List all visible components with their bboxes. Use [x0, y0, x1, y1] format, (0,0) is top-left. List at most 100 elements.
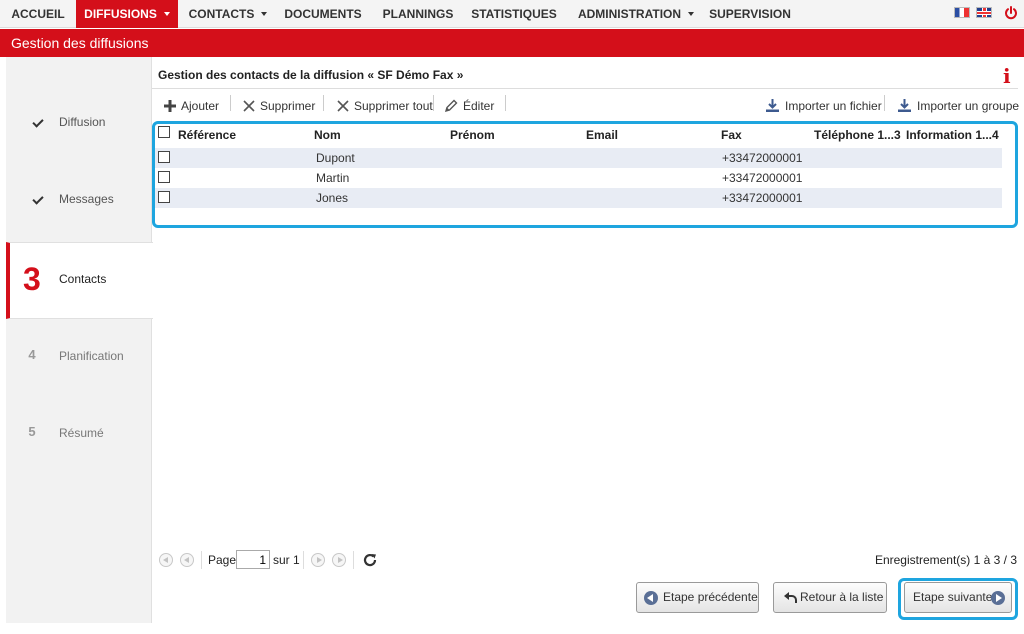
- step-label: Résumé: [59, 426, 104, 440]
- nav-supervision[interactable]: SUPERVISION: [704, 0, 796, 28]
- next-step-label: Etape suivante: [913, 590, 993, 604]
- nav-statistiques-label: STATISTIQUES: [471, 7, 557, 21]
- step-label: Diffusion: [59, 115, 106, 129]
- nav-diffusions[interactable]: DIFFUSIONS: [76, 0, 178, 28]
- edit-button-label: Éditer: [463, 99, 495, 113]
- step-number: 5: [28, 424, 36, 439]
- col-telephone[interactable]: Téléphone 1...3: [814, 128, 901, 142]
- step-diffusion[interactable]: Diffusion: [6, 86, 152, 163]
- nav-plannings-label: PLANNINGS: [382, 7, 454, 21]
- wizard-steps: Diffusion Messages 3 Contacts 4 Planific…: [6, 57, 153, 623]
- col-information[interactable]: Information 1...4: [906, 128, 999, 142]
- step-planification[interactable]: 4 Planification: [6, 320, 152, 397]
- undo-arrow-icon: [784, 592, 797, 603]
- cell-nom: Martin: [316, 171, 350, 185]
- table-row[interactable]: Martin +33472000001: [155, 168, 1002, 188]
- nav-accueil-label: ACCUEIL: [11, 7, 65, 21]
- records-count: Enregistrement(s) 1 à 3 / 3: [874, 553, 1017, 567]
- previous-step-button[interactable]: Etape précédente: [636, 582, 759, 613]
- prev-page-button[interactable]: [180, 553, 194, 567]
- add-button-label: Ajouter: [181, 99, 220, 113]
- plus-icon: [164, 99, 176, 112]
- back-to-list-button[interactable]: Retour à la liste: [773, 582, 887, 613]
- delete-button-label: Supprimer: [260, 99, 316, 113]
- download-icon: [898, 99, 911, 113]
- close-icon: [337, 100, 349, 112]
- panel-title: Gestion des contacts de la diffusion « S…: [158, 68, 464, 82]
- back-to-list-label: Retour à la liste: [800, 590, 884, 604]
- page-number-input[interactable]: [236, 550, 270, 569]
- table-row[interactable]: Dupont +33472000001: [155, 148, 1002, 168]
- fr-flag-icon[interactable]: [954, 7, 970, 18]
- cell-nom: Dupont: [316, 151, 355, 165]
- select-all-checkbox[interactable]: [158, 126, 170, 138]
- row-checkbox[interactable]: [158, 171, 170, 183]
- nav-statistiques[interactable]: STATISTIQUES: [466, 0, 562, 28]
- step-messages[interactable]: Messages: [6, 163, 152, 240]
- section-header: Gestion des diffusions: [0, 29, 1024, 57]
- step-number: 4: [28, 347, 36, 362]
- import-group-button[interactable]: Importer un groupe: [897, 98, 1019, 114]
- col-prenom[interactable]: Prénom: [450, 128, 495, 142]
- chevron-down-icon: [261, 11, 268, 16]
- top-nav: ACCUEIL DIFFUSIONS CONTACTS DOCUMENTS PL…: [0, 0, 1024, 28]
- nav-administration[interactable]: ADMINISTRATION: [572, 0, 700, 28]
- arrow-left-circle-icon: [644, 591, 658, 605]
- step-number: 3: [23, 261, 41, 297]
- first-page-button[interactable]: [159, 553, 173, 567]
- add-button[interactable]: Ajouter: [164, 98, 219, 114]
- cell-fax: +33472000001: [722, 191, 803, 205]
- pager-separator: [303, 551, 304, 569]
- page-label: Page: [208, 553, 237, 567]
- pencil-icon: [444, 99, 458, 112]
- toolbar-separator: [505, 95, 506, 111]
- refresh-icon[interactable]: [362, 552, 378, 568]
- cell-fax: +33472000001: [722, 171, 803, 185]
- col-fax[interactable]: Fax: [721, 128, 742, 142]
- power-icon[interactable]: [1004, 6, 1018, 20]
- toolbar-separator: [323, 95, 324, 111]
- edit-button[interactable]: Éditer: [444, 98, 494, 114]
- col-email[interactable]: Email: [586, 128, 618, 142]
- nav-accueil[interactable]: ACCUEIL: [0, 0, 76, 28]
- import-file-button[interactable]: Importer un fichier: [765, 98, 882, 114]
- step-resume[interactable]: 5 Résumé: [6, 397, 152, 474]
- arrow-right-circle-icon: [991, 591, 1005, 605]
- close-icon: [243, 100, 255, 112]
- delete-button[interactable]: Supprimer: [243, 98, 315, 114]
- import-group-label: Importer un groupe: [917, 99, 1020, 113]
- download-icon: [766, 99, 779, 113]
- nav-administration-label: ADMINISTRATION: [577, 7, 682, 21]
- next-step-button[interactable]: Etape suivante: [904, 582, 1012, 613]
- cell-nom: Jones: [316, 191, 349, 205]
- nav-contacts[interactable]: CONTACTS: [180, 0, 276, 28]
- last-page-button[interactable]: [332, 553, 346, 567]
- chevron-down-icon: [688, 11, 695, 16]
- step-contacts[interactable]: 3 Contacts: [6, 242, 153, 319]
- delete-all-button[interactable]: Supprimer tout: [337, 98, 433, 114]
- divider: [152, 88, 1018, 89]
- step-label: Contacts: [59, 272, 107, 286]
- delete-all-button-label: Supprimer tout: [354, 99, 433, 113]
- chevron-down-icon: [163, 11, 170, 16]
- info-icon[interactable]: i: [1003, 64, 1011, 88]
- uk-flag-icon[interactable]: [976, 7, 992, 18]
- nav-documents[interactable]: DOCUMENTS: [279, 0, 367, 28]
- import-file-label: Importer un fichier: [785, 99, 882, 113]
- page-total: sur 1: [273, 553, 300, 567]
- nav-supervision-label: SUPERVISION: [709, 7, 791, 21]
- pager-separator: [353, 551, 354, 569]
- row-checkbox[interactable]: [158, 151, 170, 163]
- previous-step-label: Etape précédente: [663, 590, 758, 604]
- step-label: Planification: [59, 349, 124, 363]
- col-nom[interactable]: Nom: [314, 128, 341, 142]
- nav-plannings[interactable]: PLANNINGS: [375, 0, 461, 28]
- toolbar-separator: [433, 95, 434, 111]
- table-row[interactable]: Jones +33472000001: [155, 188, 1002, 208]
- next-page-button[interactable]: [311, 553, 325, 567]
- nav-diffusions-label: DIFFUSIONS: [84, 7, 157, 21]
- pager-separator: [201, 551, 202, 569]
- row-checkbox[interactable]: [158, 191, 170, 203]
- checkmark-icon: [32, 116, 44, 128]
- col-reference[interactable]: Référence: [178, 128, 236, 142]
